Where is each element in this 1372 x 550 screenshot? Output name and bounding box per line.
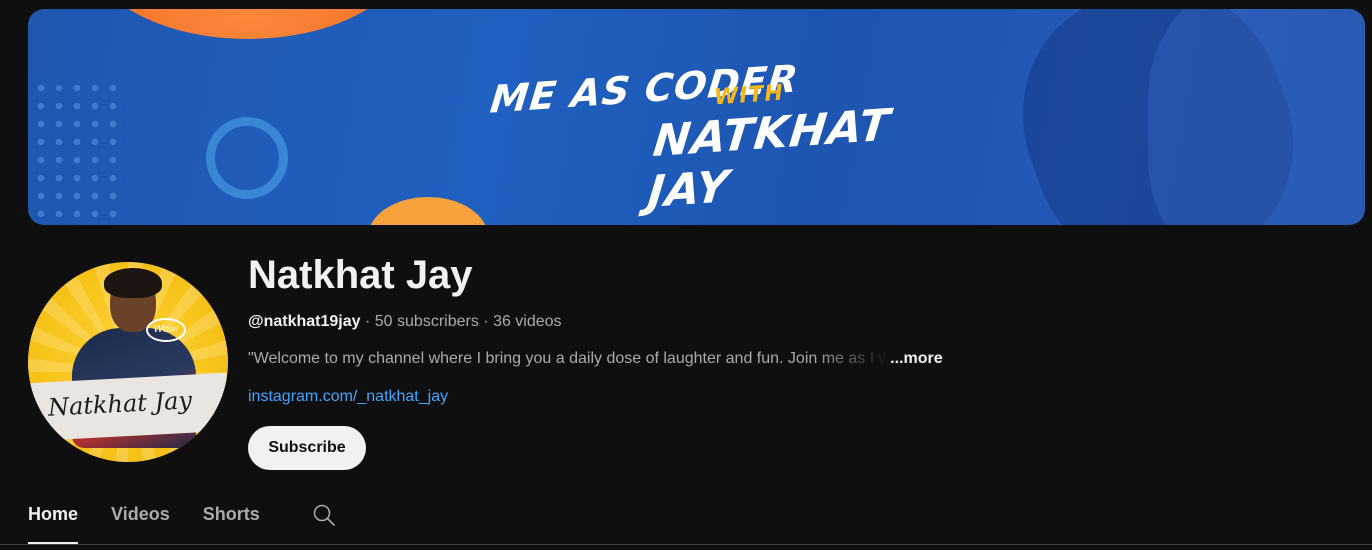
meta-separator: · [365,313,371,330]
banner-dot-pattern [32,79,128,219]
meta-separator: · [483,313,489,330]
tab-home[interactable]: Home [28,488,79,544]
tabs-divider [0,544,1372,545]
avatar-bubble: Wow! [146,318,186,342]
search-icon[interactable] [312,503,336,527]
channel-page: ME AS CODER WITH NATKHAT JAY Wow! Natkha… [0,0,1372,550]
channel-name: Natkhat Jay [248,253,473,297]
channel-tabs: Home Videos Shorts [28,488,293,544]
channel-avatar[interactable]: Wow! Natkhat Jay [28,262,228,462]
channel-description[interactable]: "Welcome to my channel where I bring you… [248,350,943,368]
subscriber-count: 50 subscribers [374,313,479,330]
banner-ring [206,117,288,199]
channel-meta: @natkhat19jay · 50 subscribers · 36 vide… [248,313,562,331]
channel-link[interactable]: instagram.com/_natkhat_jay [248,388,448,406]
tab-videos[interactable]: Videos [111,488,170,544]
banner-shape [88,9,408,39]
avatar-person-hair [104,268,162,298]
description-text: "Welcome to my channel where I bring you… [248,350,891,367]
subscribe-button[interactable]: Subscribe [248,426,366,470]
banner-title: ME AS CODER WITH NATKHAT JAY [488,56,912,218]
banner-shape [1148,9,1365,225]
tab-shorts[interactable]: Shorts [203,488,260,544]
video-count: 36 videos [493,313,562,330]
more-button[interactable]: ...more [890,350,942,367]
banner-shape [368,197,488,225]
banner-title-with: WITH [713,80,785,111]
banner-title-line2: NATKHAT JAY [645,99,893,218]
channel-banner: ME AS CODER WITH NATKHAT JAY [28,9,1365,225]
channel-handle: @natkhat19jay [248,313,361,330]
